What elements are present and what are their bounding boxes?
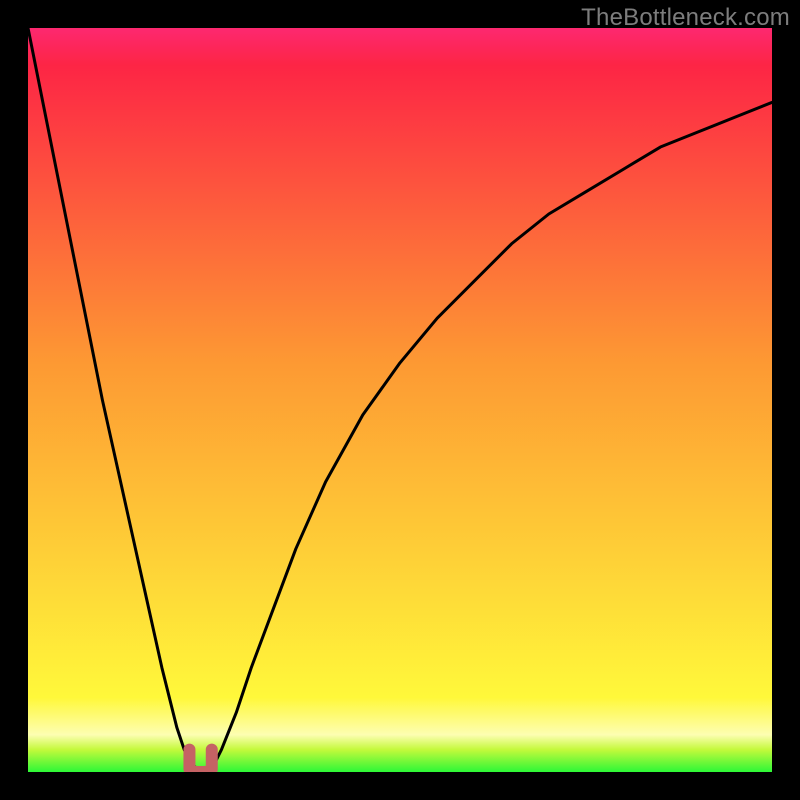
chart-svg [28,28,772,772]
gradient-background [28,28,772,772]
chart-frame: TheBottleneck.com [0,0,800,800]
plot-area [28,28,772,772]
watermark-text: TheBottleneck.com [581,4,790,32]
